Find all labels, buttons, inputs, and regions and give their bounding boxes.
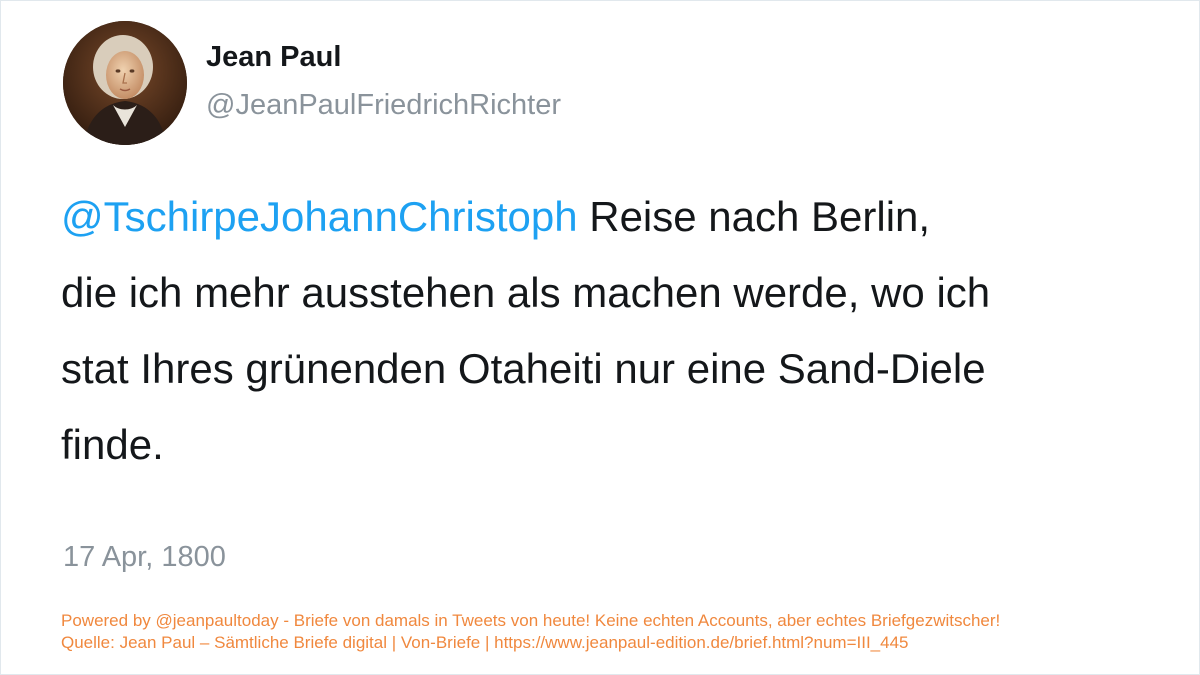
- mention-link[interactable]: @TschirpeJohannChristoph: [61, 193, 578, 240]
- tweet-line-3: stat Ihres grünenden Otaheiti nur eine S…: [61, 345, 986, 392]
- profile-avatar[interactable]: [63, 21, 187, 145]
- footer-powered-by: Powered by @jeanpaultoday - Briefe von d…: [61, 611, 1001, 630]
- user-handle[interactable]: @JeanPaulFriedrichRichter: [206, 89, 561, 122]
- tweet-line-1-text: Reise nach Berlin,: [577, 193, 931, 240]
- tweet-line-1: @TschirpeJohannChristoph Reise nach Berl…: [61, 179, 1141, 255]
- footer: Powered by @jeanpaultoday - Briefe von d…: [61, 610, 1000, 654]
- tweet-card: Jean Paul @JeanPaulFriedrichRichter @Tsc…: [0, 0, 1200, 675]
- portrait-avatar-icon: [63, 21, 187, 145]
- tweet-line-2: die ich mehr ausstehen als machen werde,…: [61, 269, 991, 316]
- tweet-line-4: finde.: [61, 421, 164, 468]
- display-name[interactable]: Jean Paul: [206, 41, 341, 74]
- tweet-date: 17 Apr, 1800: [63, 541, 226, 573]
- tweet-text: @TschirpeJohannChristoph Reise nach Berl…: [61, 179, 1141, 483]
- footer-source: Quelle: Jean Paul – Sämtliche Briefe dig…: [61, 633, 909, 652]
